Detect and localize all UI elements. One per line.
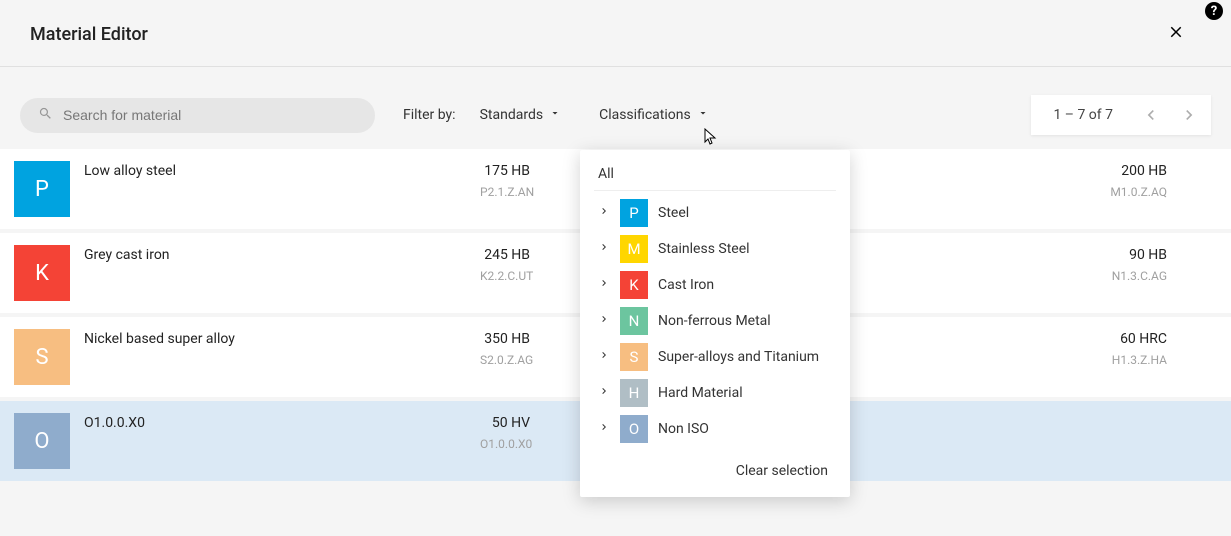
toolbar: Filter by: Standards Classifications 1 –… xyxy=(0,67,1231,149)
classification-chip: M xyxy=(620,235,648,263)
material-name: Nickel based super alloy xyxy=(84,331,470,347)
pager-prev-button[interactable] xyxy=(1141,105,1161,125)
classifications-label: Classifications xyxy=(599,107,691,123)
hardness-value: 245 HB xyxy=(480,247,530,263)
popup-item[interactable]: K Cast Iron xyxy=(580,267,850,303)
popup-item-label: Stainless Steel xyxy=(658,241,750,257)
hardness-value: 350 HB xyxy=(480,331,530,347)
popup-item[interactable]: N Non-ferrous Metal xyxy=(580,303,850,339)
classification-chip: K xyxy=(14,245,70,301)
classification-chip: O xyxy=(620,415,648,443)
pager-text: 1 – 7 of 7 xyxy=(1043,107,1123,123)
pager: 1 – 7 of 7 xyxy=(1031,95,1211,135)
chevron-right-icon xyxy=(598,385,610,401)
popup-item[interactable]: H Hard Material xyxy=(580,375,850,411)
popup-item-label: Super-alloys and Titanium xyxy=(658,349,819,365)
popup-item-label: Hard Material xyxy=(658,385,743,401)
secondary-code: N1.3.C.AG xyxy=(971,269,1167,283)
chevron-down-icon xyxy=(549,107,561,123)
hardness-value: 50 HV xyxy=(480,415,530,431)
page-title: Material Editor xyxy=(30,24,1163,45)
search-input[interactable] xyxy=(63,107,357,123)
popup-item[interactable]: P Steel xyxy=(580,195,850,231)
classification-chip: P xyxy=(620,199,648,227)
standards-label: Standards xyxy=(480,107,544,123)
popup-item-label: Cast Iron xyxy=(658,277,714,293)
material-code: K2.2.C.UT xyxy=(480,269,530,283)
popup-all-option[interactable]: All xyxy=(580,162,850,190)
chevron-right-icon xyxy=(598,313,610,329)
classifications-popup: All P Steel M Stainless Steel K Cast Iron N Non… xyxy=(580,150,850,497)
classification-chip: S xyxy=(620,343,648,371)
secondary-hardness: 200 HB xyxy=(971,163,1167,179)
header: Material Editor xyxy=(0,0,1231,66)
chevron-right-icon xyxy=(598,241,610,257)
classification-chip: O xyxy=(14,413,70,469)
classification-chip: K xyxy=(620,271,648,299)
material-name: Low alloy steel xyxy=(84,163,470,179)
chevron-right-icon xyxy=(598,349,610,365)
classification-chip: H xyxy=(620,379,648,407)
standards-dropdown[interactable]: Standards xyxy=(480,107,562,123)
material-code: O1.0.0.X0 xyxy=(480,437,530,451)
classification-chip: N xyxy=(620,307,648,335)
pager-next-button[interactable] xyxy=(1179,105,1199,125)
secondary-hardness: 90 HB xyxy=(971,247,1167,263)
popup-item-label: Non ISO xyxy=(658,421,709,437)
chevron-right-icon xyxy=(598,277,610,293)
search-icon xyxy=(38,106,53,125)
material-code: P2.1.Z.AN xyxy=(480,185,530,199)
popup-item-label: Non-ferrous Metal xyxy=(658,313,771,329)
popup-separator xyxy=(594,190,836,191)
popup-item[interactable]: O Non ISO xyxy=(580,411,850,447)
filter-by-label: Filter by: xyxy=(403,107,456,123)
chevron-right-icon xyxy=(598,205,610,221)
secondary-hardness: 60 HRC xyxy=(971,331,1167,347)
chevron-down-icon xyxy=(697,107,709,123)
material-name: O1.0.0.X0 xyxy=(84,415,470,431)
popup-item-label: Steel xyxy=(658,205,689,221)
material-name: Grey cast iron xyxy=(84,247,470,263)
popup-clear-button[interactable]: Clear selection xyxy=(580,447,850,489)
secondary-code: M1.0.Z.AQ xyxy=(971,185,1167,199)
classification-chip: P xyxy=(14,161,70,217)
popup-item[interactable]: M Stainless Steel xyxy=(580,231,850,267)
help-icon[interactable]: ? xyxy=(1205,2,1223,20)
popup-item[interactable]: S Super-alloys and Titanium xyxy=(580,339,850,375)
material-code: S2.0.Z.AG xyxy=(480,353,530,367)
search-box[interactable] xyxy=(20,98,375,133)
classification-chip: S xyxy=(14,329,70,385)
close-icon[interactable] xyxy=(1163,18,1189,50)
chevron-right-icon xyxy=(598,421,610,437)
hardness-value: 175 HB xyxy=(480,163,530,179)
secondary-code: H1.3.Z.HA xyxy=(971,353,1167,367)
classifications-dropdown[interactable]: Classifications xyxy=(599,107,709,123)
